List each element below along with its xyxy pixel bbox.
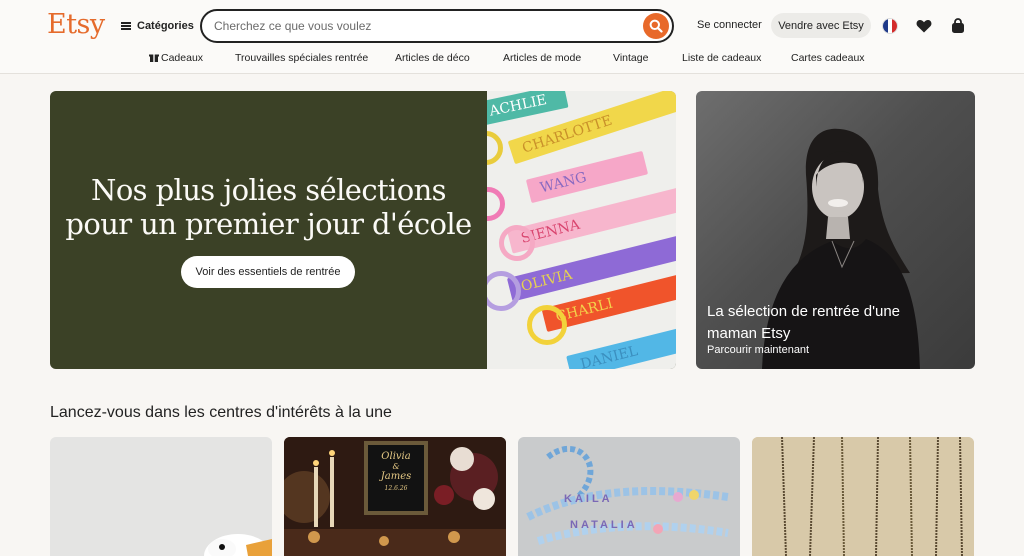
nav-item-gifts[interactable]: Cadeaux: [149, 52, 203, 64]
ceramic-duck-image: [204, 534, 272, 556]
search-button[interactable]: [643, 13, 669, 39]
france-flag-icon[interactable]: [882, 18, 898, 34]
gift-icon: [149, 54, 159, 62]
nav-item-vintage[interactable]: Vintage: [613, 52, 648, 64]
etsy-mom-promo-card[interactable]: La sélection de rentrée d'une maman Etsy…: [696, 91, 975, 369]
interest-tile[interactable]: KAILA NATALIA: [518, 437, 740, 556]
section-title: Lancez-vous dans les centres d'intérêts …: [50, 404, 392, 421]
name-keychains-image: ACHLIE CHARLOTTE WANG SIENNA OLIVIA CHAR…: [487, 91, 676, 369]
keychain-ring: [499, 225, 535, 261]
keychain-ring: [487, 271, 521, 311]
promo-subtitle[interactable]: Parcourir maintenant: [707, 344, 809, 356]
bracelet-letters: NATALIA: [570, 519, 638, 531]
etsy-logo[interactable]: Etsy: [47, 9, 105, 40]
hero-cta-button[interactable]: Voir des essentiels de rentrée: [181, 256, 355, 288]
interest-tile[interactable]: [50, 437, 272, 556]
bag-icon[interactable]: [949, 17, 967, 35]
categories-button[interactable]: Catégories: [121, 17, 194, 35]
promo-title: La sélection de rentrée d'une maman Etsy: [707, 303, 901, 342]
heart-icon[interactable]: [915, 17, 933, 35]
nav-item-back-to-school[interactable]: Trouvailles spéciales rentrée: [235, 52, 368, 64]
interest-tile[interactable]: Olivia & James 12.6.26: [284, 437, 506, 556]
sign-in-link[interactable]: Se connecter: [697, 19, 762, 31]
site-header: Etsy Catégories Se connecter Vendre avec…: [0, 0, 1024, 74]
wedding-sign: Olivia & James 12.6.26: [380, 451, 412, 492]
category-nav: Cadeaux Trouvailles spéciales rentrée Ar…: [0, 52, 1024, 66]
keychain-ring: [487, 131, 503, 165]
nav-item-gift-cards[interactable]: Cartes cadeaux: [791, 52, 865, 64]
search-icon: [649, 19, 663, 33]
hero-text-panel: Nos plus jolies sélections pour un premi…: [50, 91, 487, 369]
chain-necklaces-image: [752, 437, 974, 556]
keychain-tag: DANIEL: [566, 322, 676, 369]
interest-tile[interactable]: [752, 437, 974, 556]
nav-item-fashion[interactable]: Articles de mode: [503, 52, 581, 64]
nav-item-gift-registry[interactable]: Liste de cadeaux: [682, 52, 761, 64]
hero-banner[interactable]: Nos plus jolies sélections pour un premi…: [50, 91, 676, 369]
search-input[interactable]: [214, 11, 634, 41]
keychain-ring: [527, 305, 567, 345]
bracelet-letters: KAILA: [564, 493, 613, 505]
bead-bracelets-image: [526, 445, 729, 545]
keychain-tag: WANG: [525, 150, 649, 204]
sell-button[interactable]: Vendre avec Etsy: [771, 13, 871, 38]
keychain-tag: ACHLIE: [487, 91, 569, 127]
search-bar: [200, 9, 674, 43]
keychain-ring: [487, 187, 505, 221]
hamburger-icon: [121, 22, 131, 30]
categories-label: Catégories: [137, 20, 194, 32]
nav-item-decor[interactable]: Articles de déco: [395, 52, 470, 64]
hero-title: Nos plus jolies sélections pour un premi…: [65, 173, 472, 241]
